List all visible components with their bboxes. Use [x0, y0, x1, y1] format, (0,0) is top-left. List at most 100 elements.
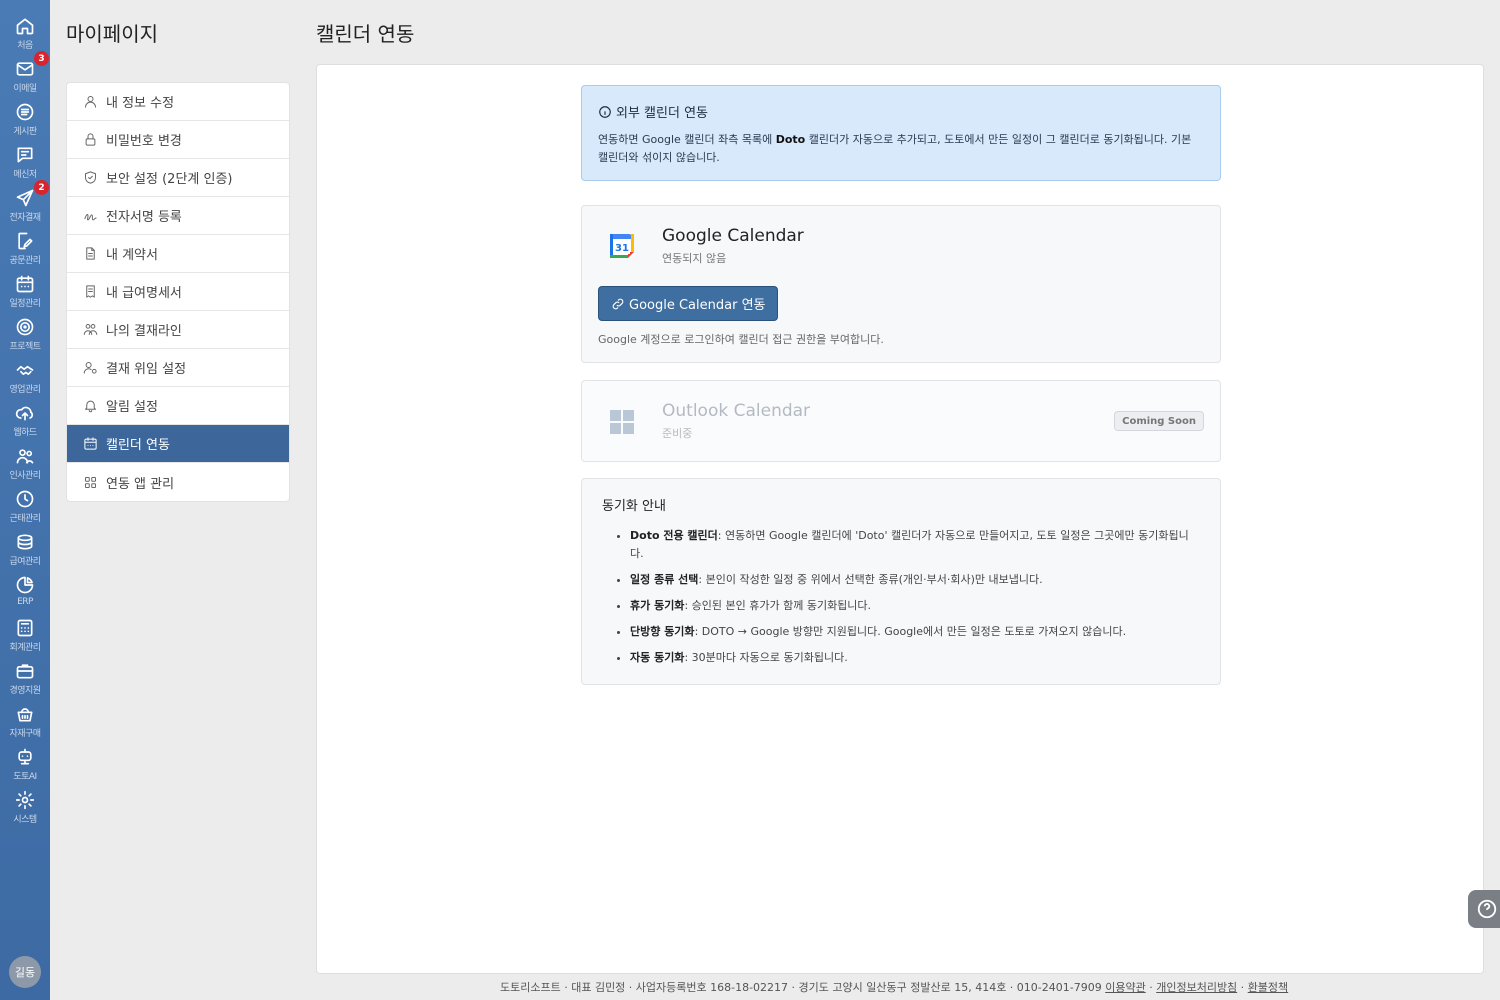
- rail-item-approval[interactable]: 2 전자결재: [0, 180, 50, 230]
- rail-item-email[interactable]: 3 이메일: [0, 51, 50, 101]
- google-connect-button[interactable]: Google Calendar 연동: [598, 286, 779, 321]
- handshake-icon: [16, 365, 34, 375]
- main-panel: 외부 캘린더 연동 연동하면 Google 캘린더 좌측 목록에 Doto 캘린…: [316, 64, 1484, 974]
- windows-icon: [610, 410, 634, 434]
- user-icon: [85, 96, 96, 108]
- rail-item-management[interactable]: 경영지원: [0, 661, 50, 703]
- rail-item-webhard[interactable]: 웹하드: [0, 403, 50, 445]
- menu-item-label: 내 급여명세서: [106, 286, 182, 301]
- rail-label: 웹하드: [13, 428, 37, 438]
- robot-icon: [18, 748, 32, 765]
- menu-item-edit-profile[interactable]: 내 정보 수정: [67, 83, 289, 121]
- document-edit-icon: [18, 232, 33, 250]
- send-icon: [16, 189, 34, 207]
- menu-item-contracts[interactable]: 내 계약서: [67, 235, 289, 273]
- outlook-calendar-card: Outlook Calendar 준비중 Coming Soon: [581, 380, 1221, 462]
- menu-item-label: 캘린더 연동: [106, 438, 170, 453]
- rail-item-system[interactable]: 시스템: [0, 790, 50, 832]
- coming-soon-badge: Coming Soon: [1114, 411, 1204, 431]
- footer-company-info: 도토리소프트 · 대표 김민정 · 사업자등록번호 168-18-02217 ·…: [500, 981, 1102, 994]
- gear-icon: [15, 790, 35, 810]
- guide-item-text: : 30분마다 자동으로 동기화됩니다.: [684, 651, 848, 664]
- menu-item-connected-apps[interactable]: 연동 앱 관리: [67, 463, 289, 501]
- menu-item-e-signature[interactable]: 전자서명 등록: [67, 197, 289, 235]
- menu-item-label: 전자서명 등록: [106, 210, 182, 225]
- menu-item-change-password[interactable]: 비밀번호 변경: [67, 121, 289, 159]
- shield-icon: [85, 171, 96, 184]
- footer-link-refund[interactable]: 환불정책: [1248, 981, 1288, 994]
- rail-item-schedule[interactable]: 일정관리: [0, 274, 50, 316]
- clock-icon: [16, 490, 34, 508]
- calendar-day: 31: [615, 243, 629, 254]
- rail-item-hr[interactable]: 인사관리: [0, 446, 50, 488]
- signature-icon: [84, 213, 97, 221]
- board-icon: [16, 103, 34, 121]
- info-text: 연동하면 Google 캘린더 좌측 목록에 Doto 캘린더가 자동으로 추가…: [598, 131, 1204, 167]
- rail-item-purchasing[interactable]: 자재구매: [0, 704, 50, 746]
- calendar-icon: [16, 275, 34, 293]
- menu-item-delegation[interactable]: 결재 위임 설정: [67, 349, 289, 387]
- menu-item-label: 연동 앱 관리: [106, 476, 175, 492]
- google-calendar-name: Google Calendar: [662, 226, 804, 246]
- google-calendar-card: 31 Google Calendar 연동되지 않음 Google Calend…: [581, 205, 1221, 363]
- guide-item-text: : 본인이 작성한 일정 중 위에서 선택한 종류(개인·부서·회사)만 내보냅…: [698, 573, 1043, 586]
- guide-item-bold: 일정 종류 선택: [630, 573, 699, 586]
- guide-item-text: : 승인된 본인 휴가가 함께 동기화됩니다.: [684, 599, 872, 612]
- list-item: 자동 동기화: 30분마다 자동으로 동기화됩니다.: [630, 649, 1200, 667]
- rail-label: 자재구매: [9, 729, 41, 739]
- rail-label: 이메일: [13, 84, 37, 94]
- rail-label: 인사관리: [9, 471, 41, 481]
- info-alert: 외부 캘린더 연동 연동하면 Google 캘린더 좌측 목록에 Doto 캘린…: [581, 85, 1221, 181]
- sync-guide-title: 동기화 안내: [602, 499, 666, 514]
- rail-item-project[interactable]: 프로젝트: [0, 317, 50, 359]
- rail-item-attendance[interactable]: 근태관리: [0, 489, 50, 531]
- pending-badge: 2: [34, 180, 49, 195]
- footer-link-terms[interactable]: 이용약관: [1105, 981, 1145, 994]
- info-icon: [599, 105, 611, 118]
- mypage-menu: 내 정보 수정 비밀번호 변경 보안 설정 (2단계 인증) 전자서명 등록 내…: [66, 82, 290, 502]
- sync-guide-card: 동기화 안내 Doto 전용 캘린더: 연동하면 Google 캘린더에 'Do…: [581, 478, 1221, 685]
- cloud-icon: [15, 406, 34, 421]
- menu-item-approval-line[interactable]: 나의 결재라인: [67, 311, 289, 349]
- avatar[interactable]: 길동: [9, 956, 41, 988]
- menu-item-label: 나의 결재라인: [106, 324, 182, 339]
- pie-chart-icon: [16, 576, 34, 594]
- left-rail: 처음 3 이메일 게시판 메신저 2 전자결재 공문관리 일정관리 프로젝트 영…: [0, 0, 50, 1000]
- rail-label: ERP: [17, 597, 33, 607]
- rail-label: 시스템: [13, 815, 37, 825]
- unread-badge: 3: [34, 51, 49, 66]
- apps-grid-icon: [85, 476, 96, 488]
- menu-item-label: 결재 위임 설정: [106, 362, 187, 377]
- guide-item-text: : DOTO → Google 방향만 지원됩니다. Google에서 만든 일…: [694, 625, 1127, 638]
- info-title: 외부 캘린더 연동: [616, 106, 708, 121]
- menu-item-label: 비밀번호 변경: [106, 134, 182, 149]
- rail-label: 도토AI: [13, 772, 37, 782]
- calendar-icon: [84, 437, 97, 450]
- rail-item-board[interactable]: 게시판: [0, 102, 50, 144]
- footer-link-privacy[interactable]: 개인정보처리방침: [1156, 981, 1237, 994]
- rail-label: 처음: [17, 41, 33, 51]
- rail-label: 공문관리: [9, 256, 41, 266]
- team-icon: [83, 324, 98, 335]
- rail-item-sales[interactable]: 영업관리: [0, 360, 50, 402]
- menu-item-notifications[interactable]: 알림 설정: [67, 387, 289, 425]
- rail-item-doto-ai[interactable]: 도토AI: [0, 747, 50, 789]
- menu-item-payslips[interactable]: 내 급여명세서: [67, 273, 289, 311]
- guide-item-bold: Doto 전용 캘린더: [630, 529, 718, 542]
- rail-item-payroll[interactable]: 급여관리: [0, 532, 50, 574]
- user-delegate-icon: [83, 362, 97, 374]
- rail-item-accounting[interactable]: 회계관리: [0, 618, 50, 660]
- rail-label: 게시판: [13, 127, 37, 137]
- list-item: 일정 종류 선택: 본인이 작성한 일정 중 위에서 선택한 종류(개인·부서·…: [630, 571, 1200, 589]
- rail-item-erp[interactable]: ERP: [0, 575, 50, 617]
- basket-icon: [17, 708, 33, 722]
- calculator-icon: [17, 619, 33, 637]
- menu-item-security[interactable]: 보안 설정 (2단계 인증): [67, 159, 289, 197]
- rail-label: 메신저: [13, 170, 37, 180]
- help-button[interactable]: [1468, 890, 1500, 928]
- list-item: 단방향 동기화: DOTO → Google 방향만 지원됩니다. Google…: [630, 623, 1200, 641]
- rail-label: 전자결재: [9, 213, 41, 223]
- list-item: 휴가 동기화: 승인된 본인 휴가가 함께 동기화됩니다.: [630, 597, 1200, 615]
- menu-item-calendar-sync[interactable]: 캘린더 연동: [67, 425, 289, 463]
- rail-item-official-docs[interactable]: 공문관리: [0, 231, 50, 273]
